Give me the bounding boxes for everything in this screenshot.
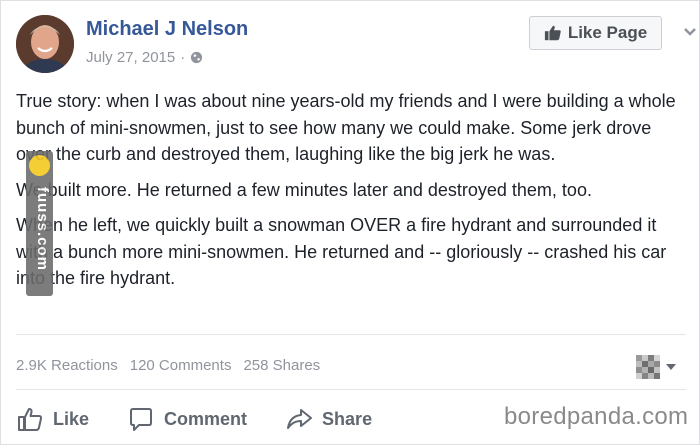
comment-icon xyxy=(130,408,153,431)
like-page-button[interactable]: Like Page xyxy=(529,16,662,50)
avatar-image xyxy=(16,15,74,73)
facebook-post: Michael J Nelson July 27, 2015 · Like Pa… xyxy=(0,0,700,445)
divider xyxy=(16,389,686,390)
caret-down-icon[interactable] xyxy=(665,361,677,373)
post-stats: 2.9K Reactions 120 Comments 258 Shares xyxy=(16,357,320,374)
share-icon xyxy=(287,409,313,429)
watermark: fuuss.com xyxy=(26,151,53,296)
avatar[interactable] xyxy=(16,15,74,73)
meta-separator: · xyxy=(180,49,186,66)
globe-icon[interactable] xyxy=(190,51,203,64)
smiley-icon xyxy=(29,155,50,176)
share-label: Share xyxy=(322,408,373,429)
blurred-avatar-icon[interactable] xyxy=(636,355,662,379)
post-paragraph: When he left, we quickly built a snowman… xyxy=(16,215,667,288)
post-paragraph: We built more. He returned a few minutes… xyxy=(16,179,592,200)
author-name[interactable]: Michael J Nelson xyxy=(86,18,248,41)
post-date[interactable]: July 27, 2015 xyxy=(86,49,175,66)
share-button[interactable]: Share xyxy=(285,405,372,433)
thumbs-up-icon xyxy=(544,25,561,41)
chevron-down-icon[interactable] xyxy=(679,20,700,44)
comment-button[interactable]: Comment xyxy=(127,405,247,433)
comments-count[interactable]: 120 Comments xyxy=(130,357,232,374)
post-paragraph: True story: when I was about nine years-… xyxy=(16,91,676,164)
thumbs-up-outline-icon xyxy=(18,408,43,431)
divider xyxy=(16,334,686,335)
action-bar: Like Comment Share xyxy=(16,401,410,437)
like-button[interactable]: Like xyxy=(16,405,89,433)
reactions-count[interactable]: 2.9K Reactions xyxy=(16,357,118,374)
shares-count[interactable]: 258 Shares xyxy=(243,357,320,374)
post-body: True story: when I was about nine years-… xyxy=(16,88,691,301)
watermark-text: fuuss.com xyxy=(34,187,51,272)
post-meta: July 27, 2015 · xyxy=(86,49,203,66)
comment-label: Comment xyxy=(164,408,248,429)
site-credit: boredpanda.com xyxy=(504,403,689,430)
like-page-label: Like Page xyxy=(567,23,648,42)
like-label: Like xyxy=(53,408,90,429)
